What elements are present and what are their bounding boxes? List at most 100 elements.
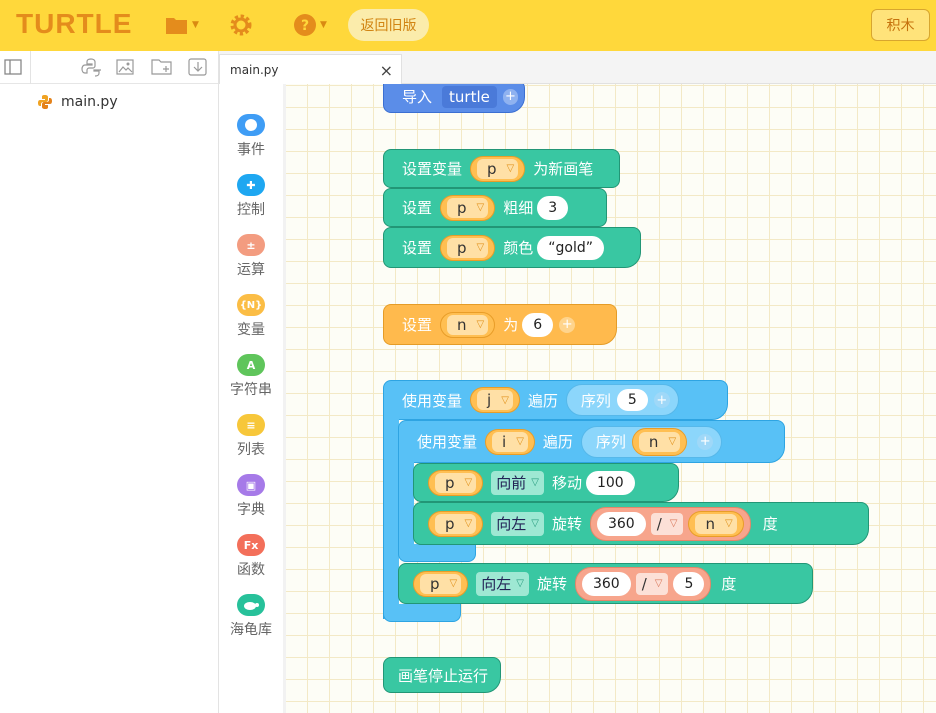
divider <box>30 51 31 84</box>
variable-name: p <box>487 159 497 178</box>
range-block[interactable]: 序列 n ▽ + <box>580 425 723 458</box>
variable-name: p <box>457 198 467 217</box>
number-input[interactable]: 360 <box>596 511 646 536</box>
direction-dropdown[interactable]: 向左 ▽ <box>476 571 529 596</box>
file-panel: main.py <box>0 51 219 713</box>
set-variable-new-pen-block[interactable]: 设置变量 p ▽ 为新画笔 <box>383 149 620 188</box>
set-pen-width-block[interactable]: 设置 p ▽ 粗细 3 <box>383 188 607 227</box>
folder-menu[interactable]: ▼ <box>165 12 199 38</box>
direction-dropdown[interactable]: 向前 ▽ <box>491 470 544 495</box>
back-to-old-version-button[interactable]: 返回旧版 <box>348 9 429 41</box>
variable-dropdown[interactable]: p ▽ <box>440 234 496 261</box>
for-loop-i-block[interactable]: 使用变量 i ▽ 遍历 序列 n ▽ + <box>398 420 785 463</box>
category-variables[interactable]: {N} 变量 <box>219 294 283 339</box>
variable-dropdown[interactable]: n ▽ <box>688 510 744 537</box>
number-input[interactable]: 3 <box>537 195 569 220</box>
variable-dropdown[interactable]: p ▽ <box>470 155 526 182</box>
category-turtle-library[interactable]: 海龟库 <box>219 594 283 639</box>
category-strings[interactable]: A 字符串 <box>219 354 283 399</box>
variable-dropdown[interactable]: n ▽ <box>440 311 496 338</box>
settings-button[interactable] <box>229 12 253 38</box>
variable-dropdown[interactable]: p ▽ <box>440 194 496 221</box>
variable-dropdown[interactable]: n ▽ <box>631 427 688 456</box>
chevron-down-icon: ▽ <box>516 436 524 447</box>
category-control[interactable]: ✚ 控制 <box>219 174 283 219</box>
import-block[interactable]: 导入 turtle + <box>383 84 525 113</box>
add-icon[interactable]: + <box>653 392 670 408</box>
category-functions[interactable]: Fx 函数 <box>219 534 283 579</box>
block-workspace[interactable]: 导入 turtle + 设置变量 p ▽ 为新画笔 设置 p ▽ 粗细 3 设置 p… <box>283 84 936 713</box>
variable-dropdown[interactable]: p ▽ <box>413 570 469 597</box>
block-text: 度 <box>721 575 737 593</box>
pen-turn-block[interactable]: p ▽ 向左 ▽ 旋转 360 /▽ n ▽ 度 <box>413 502 869 545</box>
file-item-main-py[interactable]: main.py <box>37 94 118 110</box>
chevron-down-icon: ▽ <box>668 436 677 447</box>
category-label: 字符串 <box>230 382 272 398</box>
add-icon[interactable]: + <box>697 433 714 450</box>
tab-main-py[interactable]: main.py × <box>219 54 402 85</box>
division-expression[interactable]: 360 /▽ n ▽ <box>589 506 751 541</box>
direction-label: 向左 <box>496 515 527 533</box>
chevron-down-icon: ▽ <box>669 518 678 529</box>
chevron-down-icon: ▼ <box>192 20 199 30</box>
blocks-mode-button[interactable]: 积木 <box>871 9 930 41</box>
new-python-file-icon[interactable] <box>81 57 101 77</box>
number-input[interactable]: 6 <box>522 312 554 337</box>
block-keyword: 设置变量 <box>402 160 463 178</box>
help-icon: ? <box>294 14 316 36</box>
category-operators[interactable]: ± 运算 <box>219 234 283 279</box>
number-input[interactable]: 100 <box>585 470 635 495</box>
direction-dropdown[interactable]: 向左 ▽ <box>491 511 544 536</box>
new-folder-icon[interactable] <box>151 57 173 77</box>
chevron-down-icon: ▽ <box>531 477 539 488</box>
range-block[interactable]: 序列 5 + <box>565 384 679 416</box>
variable-dropdown[interactable]: p ▽ <box>428 510 484 537</box>
category-label: 控制 <box>237 202 265 218</box>
upload-image-icon[interactable] <box>116 57 136 77</box>
variable-name: i <box>502 432 507 451</box>
top-bar: TURTLE ▼ ? ▼ 返回旧版 积木 <box>0 0 936 51</box>
turtle-icon <box>237 594 265 616</box>
block-keyword: 导入 <box>402 88 433 106</box>
block-category-palette: 事件 ✚ 控制 ± 运算 {N} 变量 A 字符串 ≡ 列表 ▣ 字典 Fx 函… <box>219 84 283 713</box>
category-events[interactable]: 事件 <box>219 114 283 159</box>
chevron-down-icon: ▽ <box>476 242 485 253</box>
range-label: 序列 <box>580 391 611 410</box>
operator-dropdown[interactable]: / ▽ <box>635 572 669 595</box>
download-icon[interactable] <box>188 57 208 77</box>
for-loop-j-block[interactable]: 使用变量 j ▽ 遍历 序列 5 + <box>383 380 728 420</box>
sidebar-toggle-icon[interactable] <box>4 59 22 75</box>
division-expression[interactable]: 360 /▽ 5 <box>574 566 712 601</box>
number-input[interactable]: 360 <box>581 571 631 596</box>
category-dictionaries[interactable]: ▣ 字典 <box>219 474 283 519</box>
block-text: 遍历 <box>527 391 558 410</box>
editor-tab-bar: main.py × <box>219 51 936 85</box>
module-name[interactable]: turtle <box>442 85 497 108</box>
set-pen-color-block[interactable]: 设置 p ▽ 颜色 “gold” <box>383 227 641 268</box>
help-menu[interactable]: ? ▼ <box>293 12 327 38</box>
set-variable-block[interactable]: 设置 n ▽ 为 6 + <box>383 304 617 345</box>
variable-dropdown[interactable]: p ▽ <box>428 469 484 496</box>
string-input[interactable]: “gold” <box>537 235 604 260</box>
pen-turn-block[interactable]: p ▽ 向左 ▽ 旋转 360 /▽ 5 度 <box>398 563 813 604</box>
category-label: 事件 <box>237 142 265 158</box>
add-icon[interactable]: + <box>502 88 518 105</box>
pen-done-block[interactable]: 画笔停止运行 <box>383 657 501 693</box>
close-icon[interactable]: × <box>380 61 393 80</box>
app-logo: TURTLE <box>16 8 133 39</box>
category-lists[interactable]: ≡ 列表 <box>219 414 283 459</box>
gear-icon <box>230 14 252 36</box>
add-icon[interactable]: + <box>559 316 576 333</box>
operator-dropdown[interactable]: / ▽ <box>650 512 684 535</box>
variable-name: j <box>487 391 492 409</box>
chevron-down-icon: ▼ <box>320 20 327 30</box>
variable-dropdown[interactable]: j ▽ <box>470 387 520 413</box>
number-input[interactable]: 5 <box>673 571 705 596</box>
operator-label: / <box>641 574 647 593</box>
chevron-down-icon: ▽ <box>501 394 509 406</box>
pen-forward-block[interactable]: p ▽ 向前 ▽ 移动 100 <box>413 463 679 502</box>
variable-icon: {N} <box>237 294 265 316</box>
number-input[interactable]: 5 <box>616 389 648 411</box>
variable-dropdown[interactable]: i ▽ <box>485 428 535 455</box>
chevron-down-icon: ▽ <box>531 518 539 529</box>
